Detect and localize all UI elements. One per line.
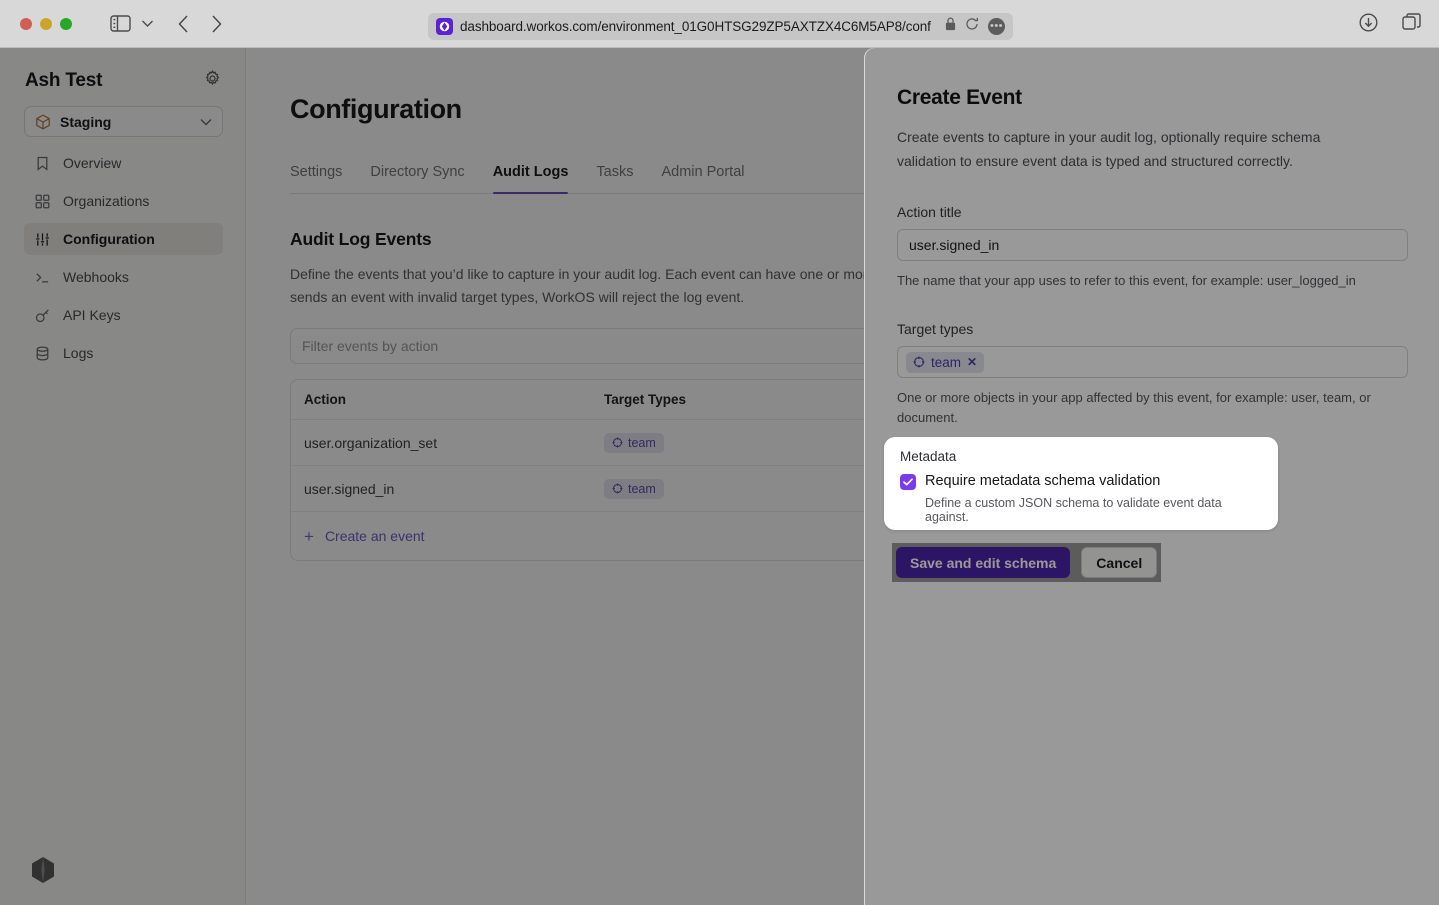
- cancel-button[interactable]: Cancel: [1081, 547, 1157, 578]
- sidebar-item-label: Overview: [63, 155, 121, 171]
- sidebar-chevron-down-icon[interactable]: [141, 19, 154, 28]
- sidebar-item-label: Logs: [63, 345, 93, 361]
- save-and-edit-schema-button[interactable]: Save and edit schema: [896, 547, 1070, 578]
- sidebar-item-api-keys[interactable]: API Keys: [24, 299, 223, 331]
- sidebar: Ash Test Staging: [0, 48, 246, 905]
- workos-favicon: [436, 18, 453, 35]
- require-schema-validation-label: Require metadata schema validation: [925, 473, 1160, 490]
- environment-label: Staging: [60, 114, 191, 130]
- bookmark-icon: [34, 155, 51, 172]
- sidebar-header: Ash Test: [12, 66, 233, 96]
- close-icon[interactable]: ✕: [967, 355, 977, 369]
- reload-icon[interactable]: [965, 17, 979, 36]
- cell-action: user.organization_set: [304, 435, 604, 451]
- browser-window: dashboard.workos.com/environment_01G0HTS…: [0, 0, 1439, 905]
- plus-icon: +: [304, 528, 314, 545]
- sidebar-item-label: Organizations: [63, 193, 149, 209]
- sidebar-toggle-icon[interactable]: [110, 15, 131, 32]
- metadata-sub-text: Define a custom JSON schema to validate …: [925, 496, 1262, 524]
- back-arrow-icon[interactable]: [178, 15, 189, 33]
- panel-actions: Save and edit schema Cancel: [896, 547, 1157, 578]
- more-options-icon[interactable]: •••: [988, 18, 1005, 35]
- column-header-action: Action: [304, 392, 604, 407]
- sidebar-item-label: Configuration: [63, 231, 155, 247]
- tab-admin-portal[interactable]: Admin Portal: [661, 164, 744, 193]
- panel-description: Create events to capture in your audit l…: [897, 126, 1362, 174]
- target-type-label: team: [628, 482, 656, 496]
- tab-directory-sync[interactable]: Directory Sync: [370, 164, 464, 193]
- action-title-label: Action title: [897, 204, 1395, 220]
- forward-arrow-icon[interactable]: [211, 15, 222, 33]
- sliders-icon: [34, 231, 51, 248]
- target-icon: [612, 483, 623, 494]
- action-title-value: user.signed_in: [909, 237, 999, 253]
- grid-icon: [34, 193, 51, 210]
- downloads-icon[interactable]: [1359, 13, 1378, 32]
- chevron-down-icon: [200, 118, 212, 126]
- sidebar-item-label: API Keys: [63, 307, 121, 323]
- window-traffic-lights: [20, 18, 72, 30]
- sidebar-item-overview[interactable]: Overview: [24, 147, 223, 179]
- target-type-badge: team: [604, 479, 664, 499]
- sidebar-item-organizations[interactable]: Organizations: [24, 185, 223, 217]
- browser-titlebar: dashboard.workos.com/environment_01G0HTS…: [0, 0, 1439, 48]
- metadata-title: Metadata: [900, 449, 1262, 464]
- target-type-badge: team: [604, 433, 664, 453]
- cell-action: user.signed_in: [304, 481, 604, 497]
- metadata-card: Metadata Require metadata schema validat…: [884, 437, 1278, 530]
- url-text: dashboard.workos.com/environment_01G0HTS…: [460, 13, 945, 40]
- target-icon: [612, 437, 623, 448]
- workspace-name: Ash Test: [25, 70, 102, 92]
- tab-audit-logs[interactable]: Audit Logs: [493, 164, 569, 193]
- database-icon: [34, 345, 51, 362]
- address-bar[interactable]: dashboard.workos.com/environment_01G0HTS…: [428, 13, 1013, 40]
- minimize-window-button[interactable]: [40, 18, 52, 30]
- cube-icon: [35, 114, 51, 130]
- require-schema-validation-row[interactable]: Require metadata schema validation: [900, 473, 1262, 490]
- gear-icon[interactable]: [204, 70, 221, 92]
- lock-icon: [945, 17, 956, 36]
- tab-overview-icon[interactable]: [1402, 13, 1421, 32]
- key-icon: [34, 307, 51, 324]
- target-types-label: Target types: [897, 321, 1395, 337]
- sidebar-item-label: Webhooks: [63, 269, 129, 285]
- sidebar-item-logs[interactable]: Logs: [24, 337, 223, 369]
- target-type-tag[interactable]: team ✕: [906, 352, 984, 373]
- target-types-input[interactable]: team ✕: [897, 346, 1408, 378]
- tab-tasks[interactable]: Tasks: [596, 164, 633, 193]
- environment-selector[interactable]: Staging: [24, 106, 223, 137]
- workos-logo: [27, 854, 59, 886]
- close-window-button[interactable]: [20, 18, 32, 30]
- sidebar-item-webhooks[interactable]: Webhooks: [24, 261, 223, 293]
- action-title-input[interactable]: user.signed_in: [897, 229, 1408, 261]
- target-types-help: One or more objects in your app affected…: [897, 388, 1397, 428]
- target-type-tag-label: team: [931, 355, 961, 370]
- create-an-event-label: Create an event: [325, 528, 425, 544]
- sidebar-item-configuration[interactable]: Configuration: [24, 223, 223, 255]
- tab-settings[interactable]: Settings: [290, 164, 342, 193]
- filter-placeholder: Filter events by action: [302, 338, 438, 354]
- require-schema-validation-checkbox[interactable]: [900, 474, 916, 490]
- target-type-label: team: [628, 436, 656, 450]
- terminal-icon: [34, 269, 51, 286]
- target-icon: [913, 356, 925, 368]
- panel-title: Create Event: [897, 86, 1395, 110]
- action-title-help: The name that your app uses to refer to …: [897, 271, 1397, 291]
- maximize-window-button[interactable]: [60, 18, 72, 30]
